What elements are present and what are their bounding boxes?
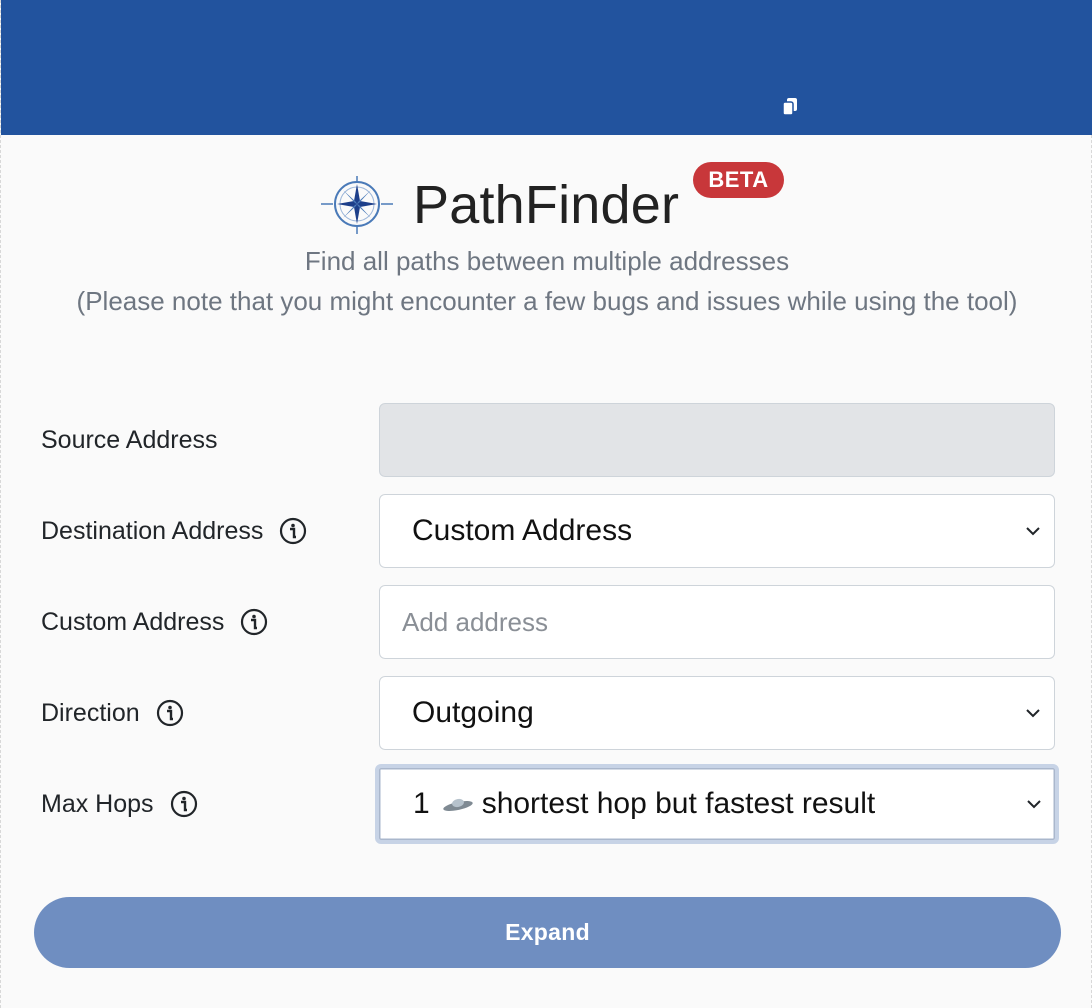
destination-address-label-text: Destination Address: [41, 516, 264, 545]
max-hops-number: 1: [413, 787, 430, 820]
max-hops-label: Max Hops: [41, 784, 198, 824]
info-icon[interactable]: [156, 699, 184, 727]
direction-value: Outgoing: [412, 696, 534, 729]
custom-address-field[interactable]: [379, 585, 1055, 659]
info-icon[interactable]: [279, 517, 307, 545]
custom-address-input[interactable]: [380, 586, 1054, 658]
info-icon[interactable]: [240, 608, 268, 636]
source-address-field: [379, 403, 1055, 477]
subtitle-description: Find all paths between multiple addresse…: [304, 246, 790, 276]
copy-icon[interactable]: [781, 96, 801, 116]
direction-label: Direction: [41, 693, 184, 733]
beta-badge: BETA: [693, 162, 784, 198]
destination-address-value: Custom Address: [412, 514, 633, 547]
destination-address-select[interactable]: Custom Address: [379, 494, 1055, 568]
source-address-label-text: Source Address: [41, 425, 218, 454]
expand-button[interactable]: Expand: [34, 897, 1061, 968]
app-title: PathFinder: [413, 175, 680, 235]
brand-header: PathFinder BETA: [1, 160, 1092, 240]
chevron-down-icon: [1027, 800, 1041, 809]
chevron-down-icon: [1026, 709, 1040, 718]
pathfinder-page: PathFinder BETA Find all paths between m…: [0, 0, 1092, 1008]
custom-address-label: Custom Address: [41, 602, 268, 642]
info-icon[interactable]: [170, 790, 198, 818]
destination-address-label: Destination Address: [41, 511, 307, 551]
max-hops-text: shortest hop but fastest result: [481, 787, 876, 820]
source-address-label: Source Address: [41, 420, 218, 460]
subtitle-note: (Please note that you might encounter a …: [76, 286, 1018, 316]
custom-address-label-text: Custom Address: [41, 607, 225, 636]
max-hops-select[interactable]: 1 shortest hop but fastest result: [375, 764, 1059, 844]
ufo-icon: [442, 798, 473, 812]
max-hops-value: 1 shortest hop but fastest result: [413, 768, 875, 840]
top-header-bar: [1, 0, 1092, 135]
compass-icon: [321, 176, 393, 234]
max-hops-label-text: Max Hops: [41, 789, 154, 818]
direction-select[interactable]: Outgoing: [379, 676, 1055, 750]
chevron-down-icon: [1026, 527, 1040, 536]
direction-label-text: Direction: [41, 698, 140, 727]
